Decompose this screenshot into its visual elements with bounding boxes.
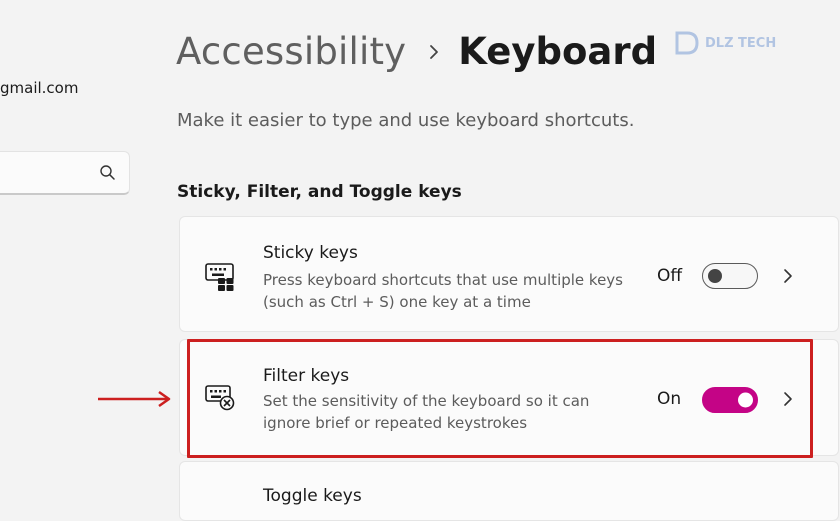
breadcrumb-parent[interactable]: Accessibility	[176, 30, 406, 73]
chevron-right-icon[interactable]	[783, 268, 793, 288]
chevron-right-icon	[429, 44, 439, 60]
logo-watermark: DLZ TECH	[673, 25, 797, 61]
search-icon[interactable]	[99, 164, 117, 186]
setting-title: Toggle keys	[263, 486, 362, 506]
highlight-box	[187, 339, 813, 458]
setting-card-sticky-keys[interactable]: Sticky keys Press keyboard shortcuts tha…	[179, 216, 839, 332]
arrow-right-icon	[97, 389, 173, 413]
account-email: gmail.com	[0, 79, 79, 97]
page-title: Keyboard	[458, 30, 658, 73]
setting-card-toggle-keys[interactable]: Toggle keys	[179, 461, 839, 521]
search-box[interactable]	[0, 151, 130, 195]
sticky-keys-icon	[205, 263, 235, 295]
setting-title: Sticky keys	[263, 243, 358, 263]
page-subtitle: Make it easier to type and use keyboard …	[177, 110, 635, 131]
toggle-state-label: Off	[657, 266, 683, 286]
sticky-keys-toggle[interactable]	[702, 263, 758, 289]
section-heading: Sticky, Filter, and Toggle keys	[177, 182, 462, 202]
logo-icon	[675, 31, 699, 55]
toggle-knob	[708, 269, 722, 283]
search-input[interactable]	[5, 162, 89, 186]
setting-description: Press keyboard shortcuts that use multip…	[263, 271, 623, 311]
logo-text: DLZ TECH	[705, 35, 777, 51]
breadcrumb: Accessibility Keyboard	[176, 30, 657, 73]
